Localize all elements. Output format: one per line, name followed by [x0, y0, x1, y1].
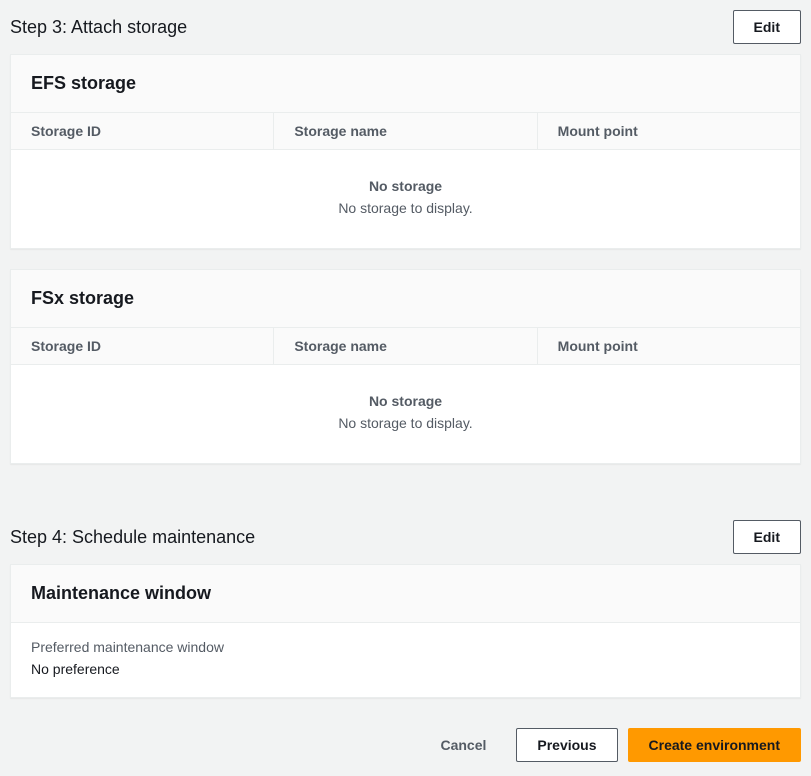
fsx-panel-title: FSx storage — [31, 288, 780, 309]
efs-empty-subtitle: No storage to display. — [31, 200, 780, 216]
step3-header: Step 3: Attach storage Edit — [0, 0, 811, 54]
fsx-panel-header: FSx storage — [11, 270, 800, 328]
efs-col-storage-id: Storage ID — [11, 113, 273, 149]
maintenance-panel-header: Maintenance window — [11, 565, 800, 623]
step3-title: Step 3: Attach storage — [10, 17, 187, 38]
fsx-table-header: Storage ID Storage name Mount point — [11, 328, 800, 365]
step4-edit-button[interactable]: Edit — [733, 520, 801, 554]
fsx-col-storage-id: Storage ID — [11, 328, 273, 364]
efs-empty-state: No storage No storage to display. — [11, 150, 800, 248]
maintenance-panel-title: Maintenance window — [31, 583, 780, 604]
maintenance-value: No preference — [31, 661, 780, 677]
fsx-empty-subtitle: No storage to display. — [31, 415, 780, 431]
maintenance-panel-body: Preferred maintenance window No preferen… — [11, 623, 800, 697]
maintenance-label: Preferred maintenance window — [31, 639, 780, 655]
wizard-footer: Cancel Previous Create environment — [0, 718, 811, 776]
fsx-panel: FSx storage Storage ID Storage name Moun… — [10, 269, 801, 464]
efs-table-header: Storage ID Storage name Mount point — [11, 113, 800, 150]
cancel-button[interactable]: Cancel — [420, 729, 506, 761]
fsx-col-mount-point: Mount point — [537, 328, 800, 364]
step4-header: Step 4: Schedule maintenance Edit — [0, 510, 811, 564]
fsx-empty-title: No storage — [31, 393, 780, 409]
efs-panel: EFS storage Storage ID Storage name Moun… — [10, 54, 801, 249]
efs-col-mount-point: Mount point — [537, 113, 800, 149]
fsx-empty-state: No storage No storage to display. — [11, 365, 800, 463]
efs-panel-title: EFS storage — [31, 73, 780, 94]
efs-panel-header: EFS storage — [11, 55, 800, 113]
step4-title: Step 4: Schedule maintenance — [10, 527, 255, 548]
maintenance-panel: Maintenance window Preferred maintenance… — [10, 564, 801, 698]
previous-button[interactable]: Previous — [516, 728, 617, 762]
efs-empty-title: No storage — [31, 178, 780, 194]
fsx-col-storage-name: Storage name — [273, 328, 536, 364]
step3-edit-button[interactable]: Edit — [733, 10, 801, 44]
create-environment-button[interactable]: Create environment — [628, 728, 801, 762]
efs-col-storage-name: Storage name — [273, 113, 536, 149]
